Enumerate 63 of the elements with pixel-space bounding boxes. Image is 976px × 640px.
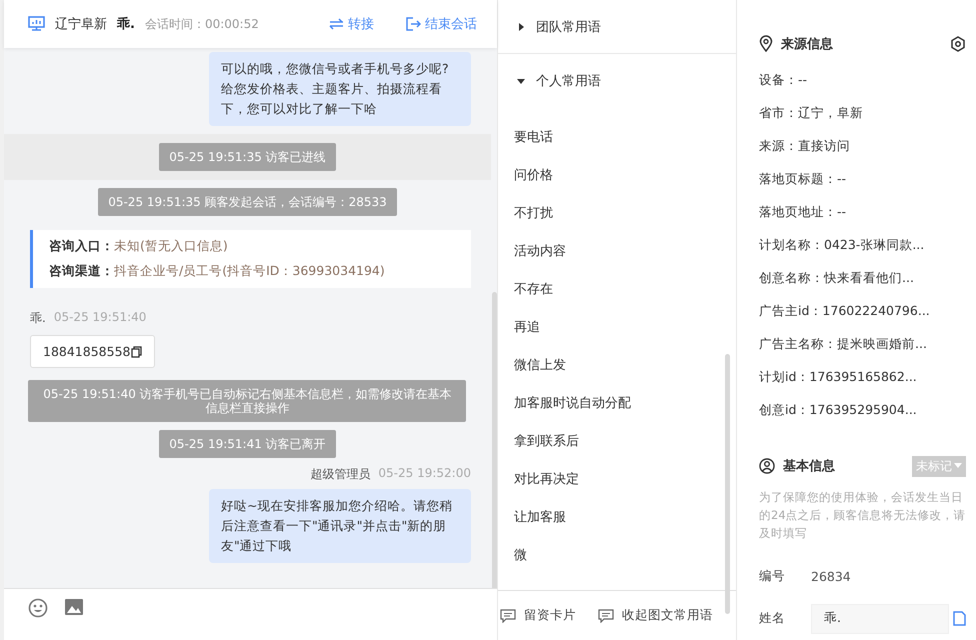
phrase-item[interactable]: 微信上发 xyxy=(498,346,736,384)
phrase-item[interactable]: 不存在 xyxy=(498,270,736,308)
visitor-location: 辽宁阜新 xyxy=(55,16,107,33)
phrase-item[interactable]: 微 xyxy=(498,536,736,574)
phrase-item[interactable]: 加客服时说自动分配 xyxy=(498,384,736,422)
info-row-text: 创意id：176395295904... xyxy=(759,401,918,420)
system-notice: 05-25 19:51:40 访客手机号已自动标记右侧基本信息栏，如需修改请在基本信息栏直接操作 xyxy=(28,380,466,422)
sender-name: 超级管理员 xyxy=(310,466,370,483)
session-duration: 会话时间：00:00:52 xyxy=(144,16,259,32)
message-time: 05-25 19:52:00 xyxy=(378,466,471,482)
name-input[interactable]: 乖. xyxy=(811,604,949,634)
document-icon[interactable] xyxy=(953,611,966,626)
swap-arrows-icon xyxy=(328,18,344,30)
footer-button[interactable]: 收起图文常用语 xyxy=(598,607,713,624)
phrase-item[interactable]: 让加客服 xyxy=(498,498,736,536)
copy-icon[interactable] xyxy=(131,346,142,358)
footer-button[interactable]: 留资卡片 xyxy=(500,607,576,624)
emoji-icon[interactable] xyxy=(28,598,48,618)
entry-info-line: 咨询渠道：抖音企业号/员工号(抖音号ID：36993034194) xyxy=(49,263,386,280)
section-title: 来源信息 xyxy=(781,36,833,53)
info-row-text: 广告主名称：提米映画婚前... xyxy=(759,335,928,354)
phrase-item[interactable]: 对比再决定 xyxy=(498,460,736,498)
visitor-name: 乖. xyxy=(117,16,135,33)
info-row-text: 落地页地址：-- xyxy=(759,203,848,222)
phrase-item[interactable]: 不打扰 xyxy=(498,194,736,232)
message-bubble: 可以的哦，您微信号或者手机号多少呢?给您发价格表、主题客片、拍摄流程看下，您可以对比了解一下哈 xyxy=(208,52,471,126)
monitor-icon xyxy=(28,16,45,32)
field-label: 编号 xyxy=(759,568,786,586)
section-title: 基本信息 xyxy=(783,458,835,476)
field-label: 姓名 xyxy=(759,610,786,628)
info-row-text: 设备：-- xyxy=(759,71,808,90)
info-row-text: 落地页标题：-- xyxy=(759,170,848,188)
exit-icon xyxy=(406,17,421,31)
phrase-item[interactable]: 再追 xyxy=(498,308,736,346)
info-row-text: 计划名称：0423-张琳同款... xyxy=(759,236,926,254)
phrase-item[interactable]: 问价格 xyxy=(498,156,736,194)
phrase-item[interactable]: 拿到联系后 xyxy=(498,422,736,460)
info-row-text: 省市：辽宁，阜新 xyxy=(759,104,864,122)
system-notice: 05-25 19:51:35 访客已进线 xyxy=(159,143,336,171)
field-value: 26834 xyxy=(811,569,851,584)
phrase-item[interactable]: 活动内容 xyxy=(498,232,736,270)
scrollbar-thumb[interactable] xyxy=(492,292,497,588)
settings-icon[interactable] xyxy=(950,36,966,52)
location-pin-icon xyxy=(759,35,773,52)
info-note: 为了保障您的使用体验，会话发生当日的24点之后，顾客信息将无法修改，请及时填写 xyxy=(759,488,966,542)
phone-number: 18841858558 xyxy=(43,344,130,359)
sender-name: 乖. xyxy=(30,310,46,327)
message-bubble: 好哒~现在安排客服加您介绍哈。请您稍后注意查看一下"通讯录"并点击"新的朋友"通过下哦 xyxy=(208,489,471,563)
system-notice: 05-25 19:51:41 访客已离开 xyxy=(159,430,336,458)
info-row-text: 计划id：176395165862... xyxy=(759,368,918,386)
info-row-text: 来源：直接访问 xyxy=(759,137,851,156)
message-icon xyxy=(598,608,614,622)
system-notice: 05-25 19:51:35 顾客发起会话，会话编号：28533 xyxy=(98,188,397,216)
info-row-text: 创意名称：快来看看他们... xyxy=(759,269,915,288)
caret-down-icon xyxy=(954,463,962,470)
user-circle-icon xyxy=(759,458,775,474)
image-icon[interactable] xyxy=(64,598,84,616)
phrase-item[interactable]: 要电话 xyxy=(498,118,736,156)
message-time: 05-25 19:51:40 xyxy=(54,310,146,326)
entry-info-line: 咨询入口：未知(暂无入口信息) xyxy=(49,238,229,255)
message-icon xyxy=(500,608,516,622)
info-row-text: 广告主id：176022240796... xyxy=(759,302,931,320)
scrollbar-thumb[interactable] xyxy=(725,354,730,614)
